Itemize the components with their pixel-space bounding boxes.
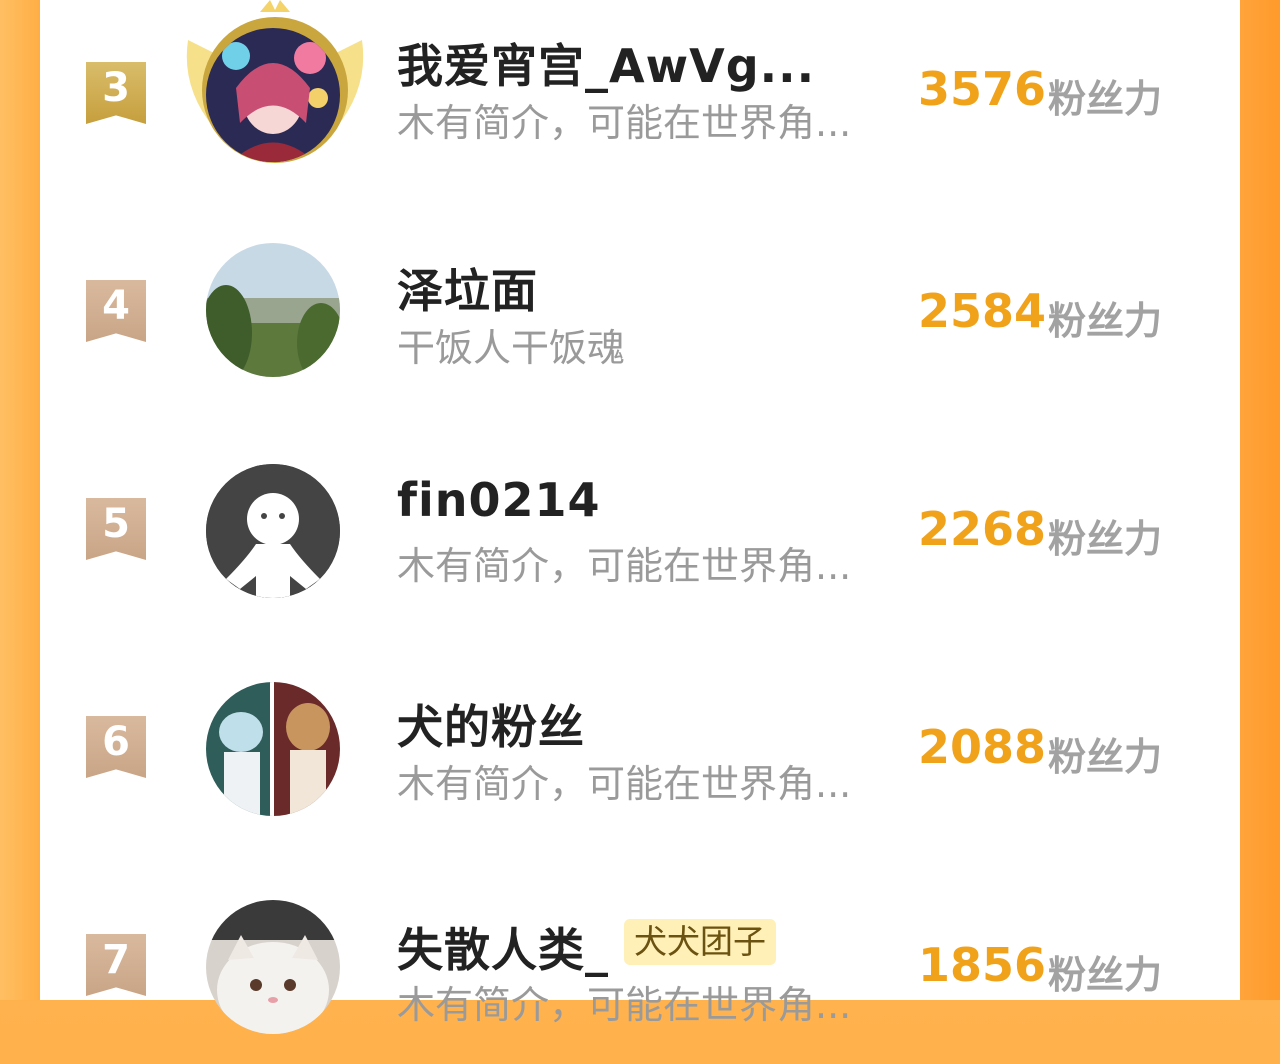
rank-badge: 5 <box>86 498 146 560</box>
default-avatar-icon[interactable] <box>206 464 340 598</box>
user-bio: 木有简介，可能在世界角... <box>397 544 852 588</box>
fan-ranking-panel: 3 我爱宵宫_AwVg... 木有简介，可能在世界角... 3576 粉丝力 4 <box>40 0 1240 1034</box>
fan-score-unit: 粉丝力 <box>1048 953 1163 997</box>
ranking-row[interactable]: 4 泽垃面 干饭人干饭魂 2584 粉丝力 <box>40 210 1240 410</box>
ranking-row[interactable]: 3 我爱宵宫_AwVg... 木有简介，可能在世界角... 3576 粉丝力 <box>40 0 1240 190</box>
left-frame <box>0 0 40 1000</box>
user-name[interactable]: 犬的粉丝 <box>397 691 585 757</box>
fan-score-unit: 粉丝力 <box>1048 735 1163 779</box>
user-name[interactable]: fin0214 <box>397 473 601 527</box>
user-bio: 木有简介，可能在世界角... <box>397 762 852 806</box>
fan-score: 2584 <box>918 284 1047 338</box>
user-bio: 木有简介，可能在世界角... <box>397 983 852 1027</box>
user-bio: 干饭人干饭魂 <box>397 326 626 370</box>
user-tag-badge: 犬犬团子 <box>624 919 776 965</box>
avatar[interactable] <box>206 243 340 377</box>
user-name[interactable]: 泽垃面 <box>397 255 538 321</box>
user-name[interactable]: 失散人类_ <box>397 914 609 980</box>
right-frame <box>1240 0 1280 1000</box>
fan-score-unit: 粉丝力 <box>1048 517 1163 561</box>
rank-badge: 4 <box>86 280 146 342</box>
avatar[interactable] <box>206 900 340 1034</box>
ranking-row[interactable]: 5 fin0214 木有简介，可能在世界角... 2268 粉丝力 <box>40 428 1240 628</box>
fan-score: 2088 <box>918 720 1047 774</box>
user-name[interactable]: 我爱宵宫_AwVg... <box>397 30 815 96</box>
fan-score-unit: 粉丝力 <box>1048 299 1163 343</box>
fan-score: 1856 <box>918 938 1047 992</box>
rank-badge: 3 <box>86 62 146 124</box>
avatar[interactable] <box>206 28 340 162</box>
ranking-row[interactable]: 7 失散人类_ 犬犬团子 木有简介，可能在世界角... 1856 粉丝力 <box>40 864 1240 1064</box>
user-bio: 木有简介，可能在世界角... <box>397 101 852 145</box>
avatar[interactable] <box>206 682 340 816</box>
fan-score-unit: 粉丝力 <box>1048 77 1163 121</box>
ranking-row[interactable]: 6 犬的粉丝 木有简介，可能在世界角... 2088 粉丝力 <box>40 646 1240 846</box>
rank-badge: 6 <box>86 716 146 778</box>
fan-score: 3576 <box>918 62 1047 116</box>
rank-badge: 7 <box>86 934 146 996</box>
fan-score: 2268 <box>918 502 1047 556</box>
